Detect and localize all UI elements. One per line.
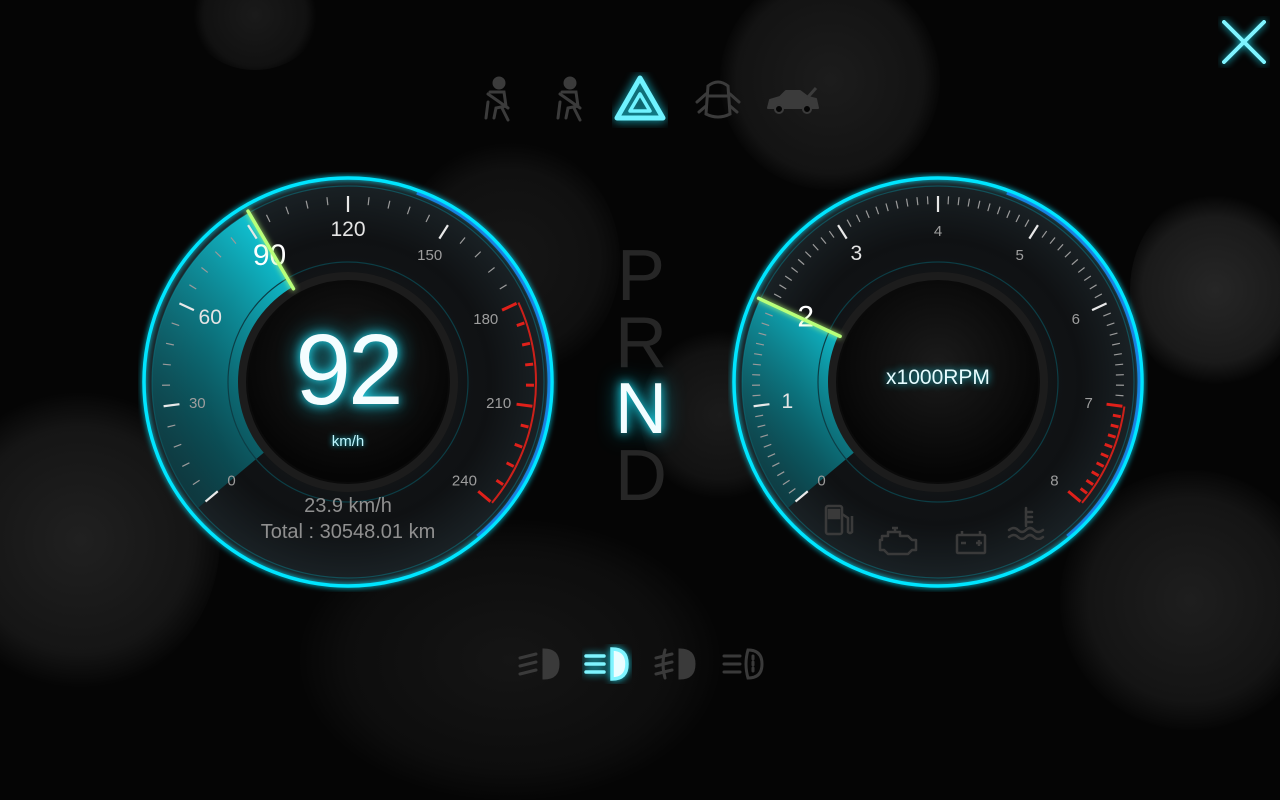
rear-fog-light-indicator <box>718 644 768 684</box>
dial-label: 3 <box>850 242 862 265</box>
minor-tick <box>1116 395 1124 396</box>
speed-value: 92 <box>138 320 558 420</box>
fog-light-indicator <box>650 644 700 684</box>
gear-drive[interactable]: D <box>606 440 676 512</box>
minor-tick <box>521 425 529 427</box>
trunk-open-warning <box>764 72 820 128</box>
close-icon <box>1218 16 1270 68</box>
minor-tick <box>753 364 761 365</box>
dial-label: 150 <box>417 247 442 264</box>
low-beam-indicator <box>514 644 564 684</box>
seatbelt-icon <box>466 72 522 128</box>
dial-label: 8 <box>1050 473 1058 490</box>
door-open-warning <box>690 72 746 128</box>
close-button[interactable] <box>1218 16 1270 68</box>
minor-tick <box>1115 364 1123 365</box>
gear-neutral[interactable]: N <box>606 373 676 445</box>
dial-label: 7 <box>1085 395 1093 412</box>
gear-park[interactable]: P <box>606 240 676 312</box>
seatbelt-warning <box>466 72 522 128</box>
odometer-total: Total : 30548.01 km <box>138 521 558 544</box>
low-beam-icon <box>514 644 564 684</box>
minor-tick <box>1111 425 1119 427</box>
battery-icon <box>954 528 988 556</box>
rpm-unit: x1000RPM <box>728 366 1148 390</box>
minor-tick <box>753 395 761 396</box>
rear-fog-light-icon <box>718 644 768 684</box>
hazard-warning[interactable] <box>612 72 668 128</box>
fuel-icon <box>822 502 856 538</box>
fog-light-icon <box>650 644 700 684</box>
trip-readout: 23.9 km/h <box>138 495 558 518</box>
coolant-temp-icon <box>1006 506 1046 540</box>
major-tick <box>1107 404 1123 406</box>
dial-label: 0 <box>227 473 235 490</box>
hazard-icon <box>612 72 668 128</box>
trunk-open-icon <box>764 72 820 128</box>
tachometer: 012345678 x1000RPM <box>728 172 1148 592</box>
dial-label: 6 <box>1072 311 1080 328</box>
door-open-icon <box>690 72 746 128</box>
high-beam-icon <box>582 644 632 684</box>
engine-icon <box>876 524 922 558</box>
seatbelt-icon <box>540 72 596 128</box>
dial-label: 240 <box>452 473 477 490</box>
dial-label: 0 <box>817 473 825 490</box>
dial-label: 5 <box>1015 247 1023 264</box>
high-beam-indicator <box>582 644 632 684</box>
dial-label: 120 <box>330 218 365 241</box>
speed-unit: km/h <box>138 433 558 450</box>
minor-tick <box>1113 415 1121 416</box>
seatbelt-warning-2 <box>540 72 596 128</box>
dial-label: 4 <box>934 223 942 240</box>
speedometer: 0306090120150180210240 92 km/h 23.9 km/h… <box>138 172 558 592</box>
dial-label: 1 <box>781 390 793 413</box>
